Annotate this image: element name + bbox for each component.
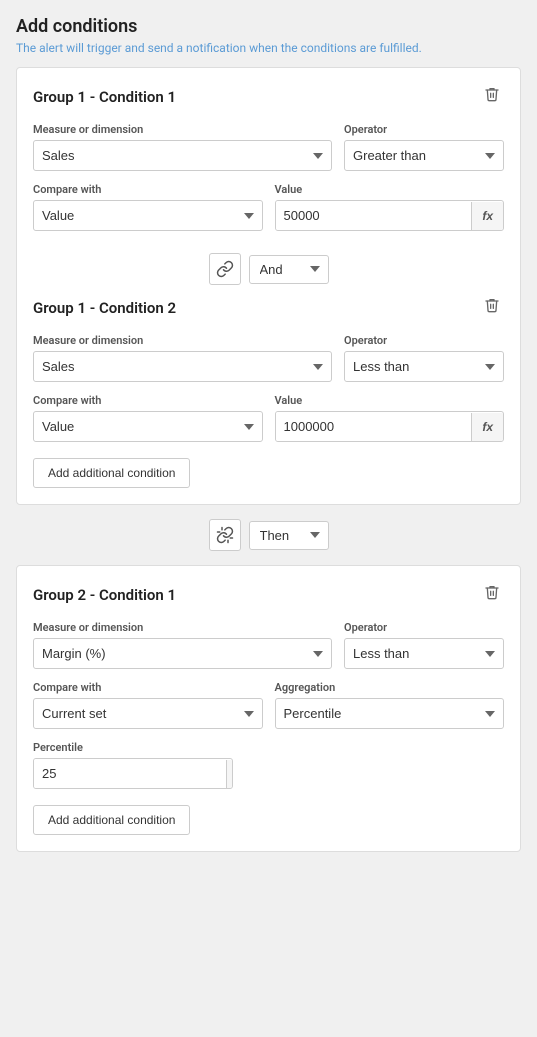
group1-cond2-measure-select[interactable]: Sales: [33, 351, 332, 382]
group1-condition1-title: Group 1 - Condition 1: [33, 88, 176, 106]
group2-cond1-fx-button[interactable]: fx: [226, 760, 233, 788]
between-groups-connector: And Or Then: [16, 505, 521, 565]
group1-cond1-compare-label: Compare with: [33, 183, 263, 196]
group1-cond1-compare-group: Compare with Value: [33, 183, 263, 231]
group1-link-icon[interactable]: [209, 253, 241, 285]
group2-cond1-operator-select[interactable]: Greater than Less than Equal to: [344, 638, 504, 669]
group2-cond1-operator-group: Operator Greater than Less than Equal to: [344, 621, 504, 669]
group1-cond2-compare-select[interactable]: Value: [33, 411, 263, 442]
group1-cond2-row1: Measure or dimension Sales Operator Grea…: [33, 334, 504, 382]
group1-cond1-row1: Measure or dimension Sales Operator Grea…: [33, 123, 504, 171]
group2-cond1-aggregation-label: Aggregation: [275, 681, 505, 694]
group2-cond1-compare-group: Compare with Current set Value: [33, 681, 263, 729]
group1-connector-select[interactable]: And Or: [249, 255, 329, 284]
group1-cond2-value-wrap: fx: [275, 411, 505, 442]
group2-cond1-aggregation-group: Aggregation Percentile Average Sum: [275, 681, 505, 729]
group2-condition1-title: Group 2 - Condition 1: [33, 586, 176, 604]
group1-cond2-operator-label: Operator: [344, 334, 504, 347]
group1-cond1-measure-select[interactable]: Sales: [33, 140, 332, 171]
group1-cond1-fx-button[interactable]: fx: [471, 202, 503, 230]
group1-cond2-operator-group: Operator Greater than Less than Equal to: [344, 334, 504, 382]
group2-card: Group 2 - Condition 1 Measure or dimensi…: [16, 565, 521, 852]
group2-cond1-measure-group: Measure or dimension Margin (%): [33, 621, 332, 669]
group1-cond1-row2: Compare with Value Value fx: [33, 183, 504, 231]
group1-cond2-value-input[interactable]: [276, 412, 472, 441]
group2-cond1-row3: Percentile fx: [33, 741, 504, 789]
between-groups-select[interactable]: And Or Then: [249, 521, 329, 550]
group1-cond1-compare-select[interactable]: Value: [33, 200, 263, 231]
group1-cond2-row2: Compare with Value Value fx: [33, 394, 504, 442]
page-subtitle: The alert will trigger and send a notifi…: [16, 41, 521, 55]
group1-connector-row: And Or: [33, 243, 504, 295]
group1-cond1-operator-group: Operator Greater than Less than Equal to: [344, 123, 504, 171]
group2-cond1-percentile-wrap: fx: [33, 758, 233, 789]
group1-cond1-value-input[interactable]: [276, 201, 472, 230]
group1-cond2-measure-group: Measure or dimension Sales: [33, 334, 332, 382]
group1-cond1-value-group: Value fx: [275, 183, 505, 231]
page-title: Add conditions: [16, 16, 521, 37]
group1-cond2-fx-button[interactable]: fx: [471, 413, 503, 441]
group2-cond1-compare-label: Compare with: [33, 681, 263, 694]
delete-group1-condition2-button[interactable]: [480, 295, 504, 320]
group1-card: Group 1 - Condition 1 Measure or dimensi…: [16, 67, 521, 505]
group1-cond2-operator-select[interactable]: Greater than Less than Equal to: [344, 351, 504, 382]
group2-cond1-percentile-label: Percentile: [33, 741, 233, 754]
group2-cond1-operator-label: Operator: [344, 621, 504, 634]
group1-cond2-compare-label: Compare with: [33, 394, 263, 407]
delete-group1-condition1-button[interactable]: [480, 84, 504, 109]
group1-condition1-header: Group 1 - Condition 1: [33, 84, 504, 109]
group1-condition2-title: Group 1 - Condition 2: [33, 299, 176, 317]
broken-link-icon[interactable]: [209, 519, 241, 551]
group2-cond1-measure-select[interactable]: Margin (%): [33, 638, 332, 669]
group1-cond2-compare-group: Compare with Value: [33, 394, 263, 442]
group2-cond1-row2: Compare with Current set Value Aggregati…: [33, 681, 504, 729]
group2-cond1-row1: Measure or dimension Margin (%) Operator…: [33, 621, 504, 669]
group2-cond1-aggregation-select[interactable]: Percentile Average Sum: [275, 698, 505, 729]
delete-group2-condition1-button[interactable]: [480, 582, 504, 607]
group2-condition1-header: Group 2 - Condition 1: [33, 582, 504, 607]
group1-cond1-measure-group: Measure or dimension Sales: [33, 123, 332, 171]
group2-add-condition-button[interactable]: Add additional condition: [33, 805, 190, 835]
group1-cond2-value-group: Value fx: [275, 394, 505, 442]
group2-cond1-compare-select[interactable]: Current set Value: [33, 698, 263, 729]
group1-cond1-measure-label: Measure or dimension: [33, 123, 332, 136]
group1-cond1-value-wrap: fx: [275, 200, 505, 231]
group2-cond1-percentile-group: Percentile fx: [33, 741, 233, 789]
group1-cond1-operator-label: Operator: [344, 123, 504, 136]
group1-cond2-value-label: Value: [275, 394, 505, 407]
group1-add-condition-button[interactable]: Add additional condition: [33, 458, 190, 488]
group1-cond2-measure-label: Measure or dimension: [33, 334, 332, 347]
group1-cond1-operator-select[interactable]: Greater than Less than Equal to: [344, 140, 504, 171]
group1-condition2-header: Group 1 - Condition 2: [33, 295, 504, 320]
group2-cond1-percentile-input[interactable]: [34, 759, 226, 788]
group1-cond1-value-label: Value: [275, 183, 505, 196]
group2-cond1-measure-label: Measure or dimension: [33, 621, 332, 634]
